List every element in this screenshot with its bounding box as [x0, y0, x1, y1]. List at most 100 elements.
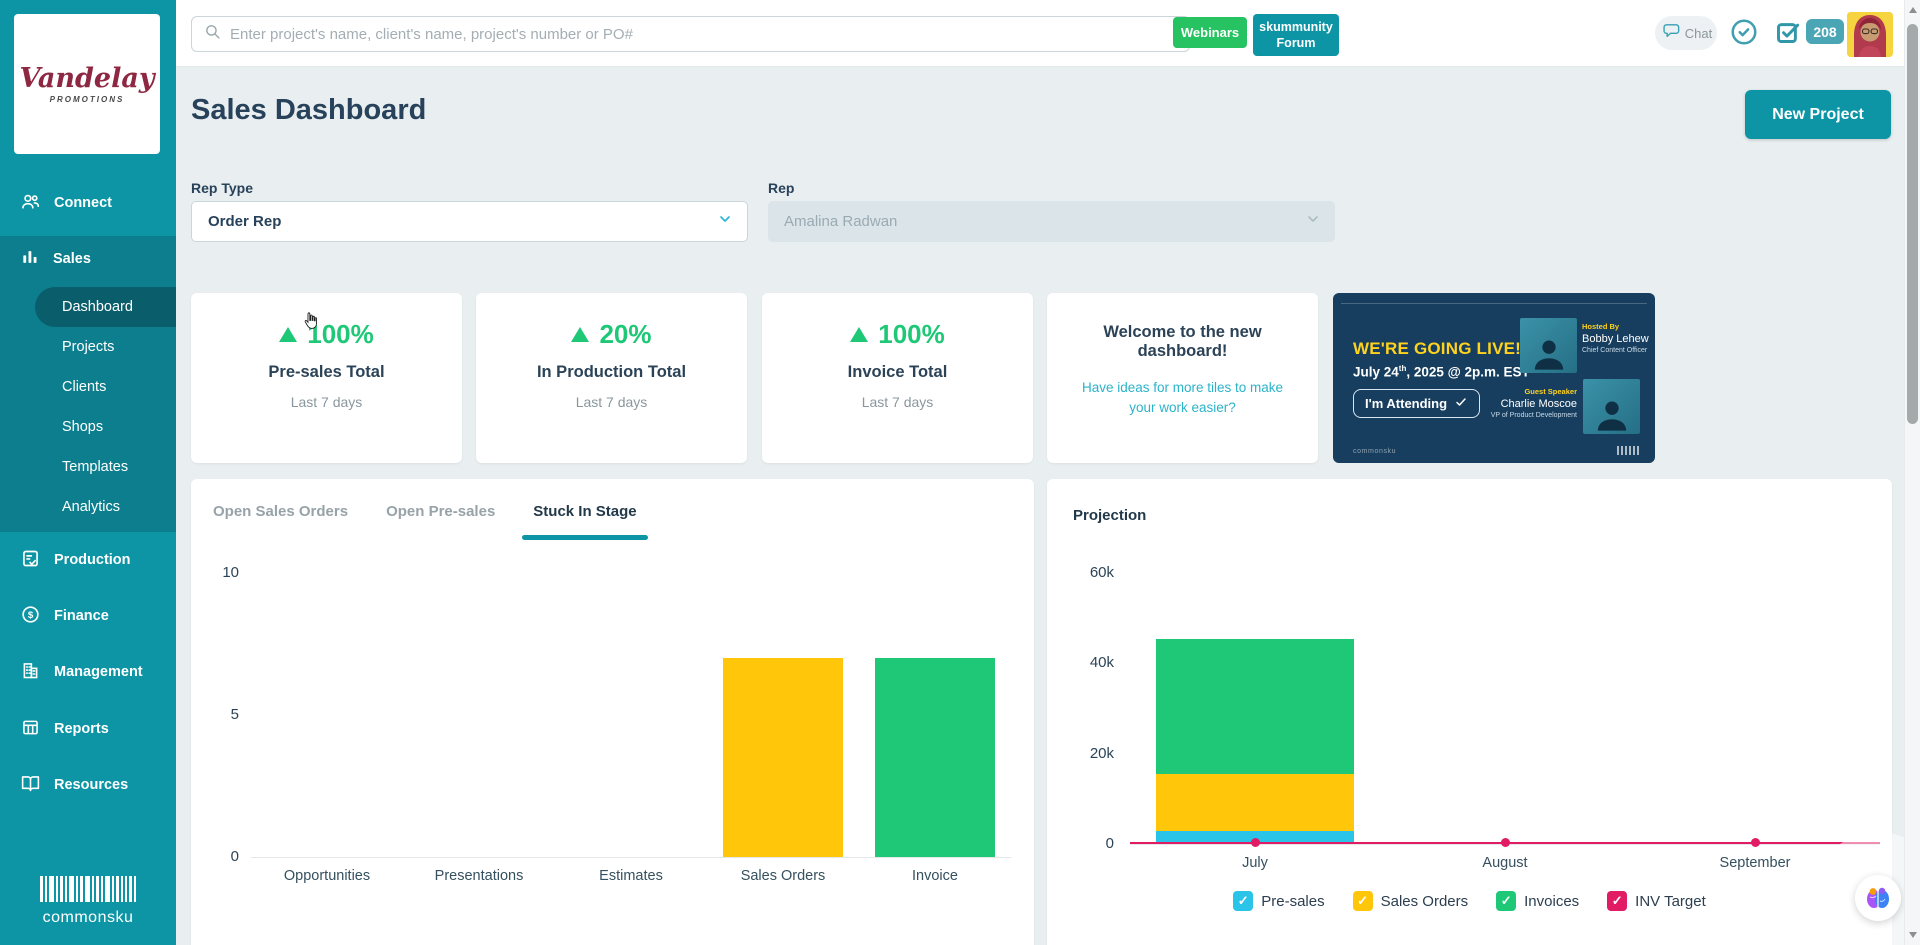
- stat-delta: 100%: [762, 319, 1033, 350]
- x-axis-label: Sales Orders: [708, 868, 858, 884]
- rep-type-dropdown[interactable]: Order Rep: [191, 201, 748, 242]
- sidebar-item-finance[interactable]: $ Finance: [0, 596, 176, 636]
- tab-open-pre-sales[interactable]: Open Pre-sales: [386, 503, 495, 540]
- sidebar-item-shops[interactable]: Shops: [62, 407, 103, 447]
- sidebar: Vandelay PROMOTIONS Connect Sales: [0, 0, 176, 945]
- sidebar-item-sales[interactable]: Sales: [0, 239, 176, 279]
- legend-checkbox-icon: ✓: [1233, 891, 1253, 911]
- inv-target-point-september[interactable]: [1751, 838, 1760, 847]
- brain-icon: [1864, 885, 1892, 911]
- stage-chart-card: Open Sales Orders Open Pre-sales Stuck I…: [191, 479, 1034, 945]
- stat-card-in-production[interactable]: 20% In Production Total Last 7 days: [476, 293, 747, 463]
- guest-photo: [1583, 379, 1640, 434]
- sidebar-item-clients[interactable]: Clients: [62, 367, 106, 407]
- stat-card-invoice[interactable]: 100% Invoice Total Last 7 days: [762, 293, 1033, 463]
- commonsku-barcode-icon: [40, 876, 136, 902]
- sidebar-item-label: Reports: [54, 721, 109, 737]
- commonsku-logo[interactable]: commonsku: [0, 876, 176, 927]
- circle-check-icon[interactable]: [1729, 17, 1759, 52]
- sidebar-item-label: Connect: [54, 195, 112, 211]
- sidebar-item-connect[interactable]: Connect: [0, 183, 176, 223]
- company-logo-sub: PROMOTIONS: [50, 95, 125, 104]
- scroll-down-arrow[interactable]: [1909, 932, 1917, 938]
- stat-delta: 100%: [191, 319, 462, 350]
- inv-target-point-july[interactable]: [1251, 838, 1260, 847]
- legend-item-invoices[interactable]: ✓Invoices: [1496, 891, 1579, 911]
- chat-bubble-icon: [1660, 21, 1682, 46]
- legend-item-pre-sales[interactable]: ✓Pre-sales: [1233, 891, 1324, 911]
- welcome-feedback-link[interactable]: Have ideas for more tiles to make your w…: [1069, 378, 1296, 417]
- projection-plot: 020k40k60kJulyAugustSeptember: [1130, 574, 1880, 845]
- chat-button[interactable]: Chat: [1655, 16, 1717, 50]
- bar-segment-sales-orders[interactable]: [1156, 774, 1354, 831]
- new-project-button[interactable]: New Project: [1745, 90, 1891, 139]
- tasks-checkbox-icon[interactable]: [1774, 19, 1801, 51]
- banner-brand: commonsku: [1353, 448, 1396, 455]
- x-axis-label: September: [1680, 855, 1830, 871]
- inv-target-point-august[interactable]: [1501, 838, 1510, 847]
- rep-dropdown[interactable]: Amalina Radwan: [768, 201, 1335, 242]
- tab-open-sales-orders[interactable]: Open Sales Orders: [213, 503, 348, 540]
- projection-chart-card: Projection 020k40k60kJulyAugustSeptember…: [1047, 479, 1892, 945]
- stat-card-presales[interactable]: 100% Pre-sales Total Last 7 days: [191, 293, 462, 463]
- y-axis-tick: 0: [1064, 835, 1114, 852]
- banner-date: July 24th, 2025 @ 2p.m. EST: [1353, 364, 1530, 380]
- page-scrollbar[interactable]: [1904, 0, 1920, 945]
- topbar: Webinars skummunityForum Chat 208: [176, 0, 1904, 67]
- sidebar-item-projects[interactable]: Projects: [62, 327, 114, 367]
- webinar-banner[interactable]: WE'RE GOING LIVE! July 24th, 2025 @ 2p.m…: [1333, 293, 1655, 463]
- ai-assistant-button[interactable]: [1855, 875, 1901, 921]
- x-axis-label: July: [1180, 855, 1330, 871]
- legend-item-inv-target[interactable]: ✓ INV Target: [1607, 891, 1706, 911]
- open-book-icon: [20, 773, 41, 798]
- welcome-title: Welcome to the new dashboard!: [1059, 323, 1306, 361]
- sidebar-item-management[interactable]: Management: [0, 652, 176, 692]
- y-axis-tick: 60k: [1064, 564, 1114, 581]
- bar-invoice[interactable]: [875, 658, 995, 857]
- sidebar-item-production[interactable]: Production: [0, 540, 176, 580]
- welcome-card: Welcome to the new dashboard! Have ideas…: [1047, 293, 1318, 463]
- notification-count-badge[interactable]: 208: [1806, 19, 1844, 44]
- banner-headline: WE'RE GOING LIVE!: [1353, 339, 1521, 359]
- search-input[interactable]: [230, 26, 1177, 43]
- building-icon: [20, 660, 41, 685]
- bar-sales-orders[interactable]: [723, 658, 843, 857]
- sidebar-item-label: Resources: [54, 777, 128, 793]
- sidebar-item-reports[interactable]: Reports: [0, 709, 176, 749]
- bar-chart-icon: [20, 247, 40, 271]
- commonsku-wordmark: commonsku: [0, 909, 176, 927]
- y-axis-tick: 10: [189, 564, 239, 581]
- sidebar-item-analytics[interactable]: Analytics: [62, 487, 120, 527]
- sales-dashboard-app: Vandelay PROMOTIONS Connect Sales: [0, 0, 1920, 945]
- x-axis-label: August: [1430, 855, 1580, 871]
- company-logo-name: Vandelay: [19, 65, 154, 92]
- webinars-button[interactable]: Webinars: [1173, 17, 1247, 48]
- tab-stuck-in-stage[interactable]: Stuck In Stage: [533, 503, 636, 540]
- sidebar-item-dashboard[interactable]: Dashboard: [62, 287, 133, 327]
- legend-checkbox-icon: ✓: [1607, 891, 1627, 911]
- legend-item-sales-orders[interactable]: ✓Sales Orders: [1353, 891, 1469, 911]
- company-logo[interactable]: Vandelay PROMOTIONS: [14, 14, 160, 154]
- im-attending-button[interactable]: I'm Attending: [1353, 389, 1480, 418]
- scroll-up-arrow[interactable]: [1909, 7, 1917, 13]
- x-axis-label: Opportunities: [252, 868, 402, 884]
- stuck-in-stage-plot: 0510OpportunitiesPresentationsEstimatesS…: [251, 574, 1011, 858]
- sidebar-item-resources[interactable]: Resources: [0, 765, 176, 805]
- sidebar-item-label: Sales: [53, 251, 91, 267]
- legend-label: Invoices: [1524, 893, 1579, 910]
- legend-label: INV Target: [1635, 893, 1706, 910]
- global-search[interactable]: [191, 16, 1190, 52]
- stat-delta: 20%: [476, 319, 747, 350]
- stage-chart-tabs: Open Sales Orders Open Pre-sales Stuck I…: [213, 503, 637, 540]
- clipboard-icon: [20, 548, 41, 573]
- svg-text:$: $: [28, 610, 34, 621]
- scrollbar-thumb[interactable]: [1907, 24, 1918, 424]
- stat-period: Last 7 days: [762, 394, 1033, 410]
- bar-segment-invoices[interactable]: [1156, 639, 1354, 775]
- people-icon: [20, 191, 41, 216]
- user-avatar[interactable]: [1847, 12, 1893, 57]
- x-axis-label: Presentations: [404, 868, 554, 884]
- skummunity-forum-button[interactable]: skummunityForum: [1253, 14, 1339, 56]
- y-axis-tick: 0: [189, 848, 239, 865]
- sidebar-item-templates[interactable]: Templates: [62, 447, 128, 487]
